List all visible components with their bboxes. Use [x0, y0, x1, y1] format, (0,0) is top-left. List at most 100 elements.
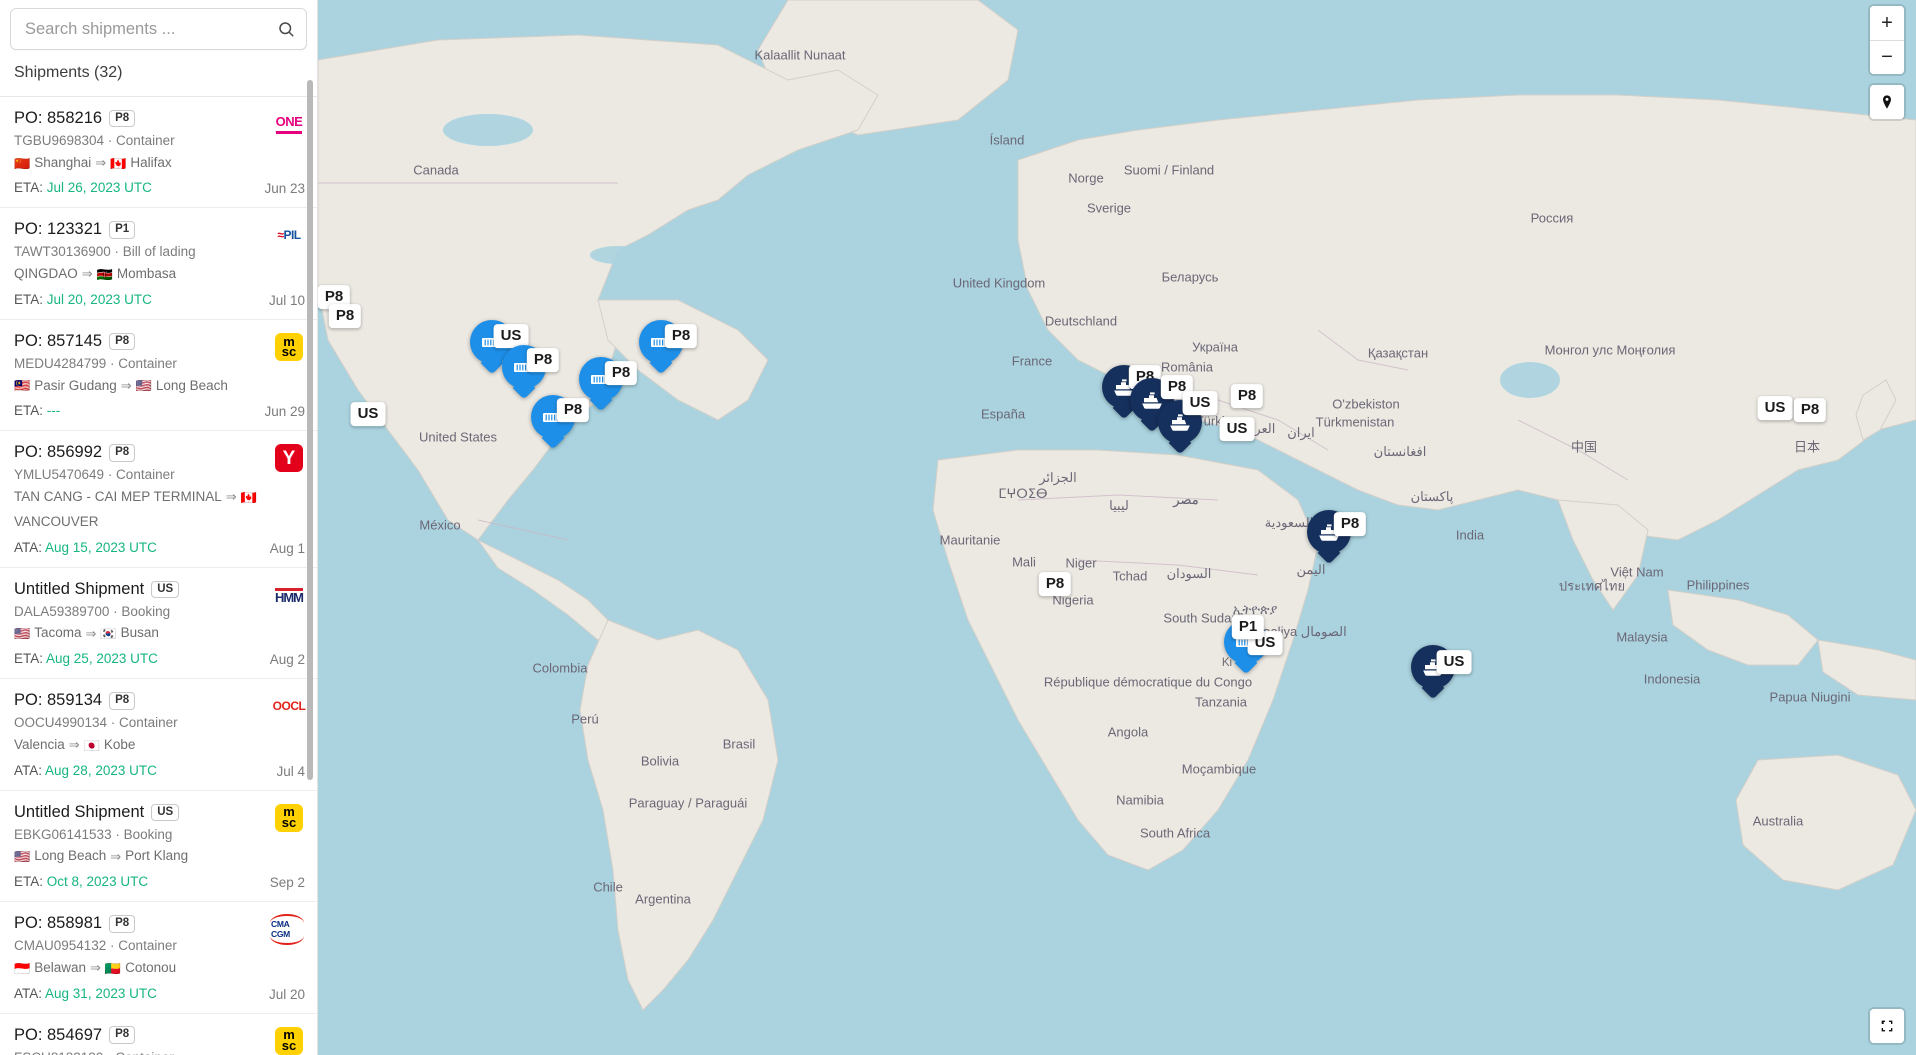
origin-flag: 🇮🇩: [14, 960, 31, 976]
shipment-reference: CMAU0954132 · Container: [14, 938, 177, 954]
shipment-reference: MEDU4284799 · Container: [14, 355, 177, 371]
shipment-title: Untitled Shipment: [14, 579, 145, 598]
shipment-reference: EBKG06141533 · Booking: [14, 826, 173, 842]
shipment-route: 🇮🇩 Belawan ⇒ 🇧🇯 Cotonou: [14, 958, 269, 979]
shipment-list-item[interactable]: Untitled Shipment US EBKG06141533 · Bookin…: [0, 791, 317, 903]
map-cluster-badge[interactable]: US: [1757, 396, 1793, 420]
shipment-tag-badge[interactable]: P8: [109, 1026, 136, 1045]
shipment-tag-badge[interactable]: US: [151, 580, 180, 599]
search-box[interactable]: [10, 8, 307, 50]
shipment-route: 🇨🇳 Shanghai ⇒ 🇨🇦 Halifax: [14, 153, 269, 174]
zoom-in-button[interactable]: +: [1870, 6, 1904, 40]
zoom-out-button[interactable]: −: [1870, 40, 1904, 74]
shipment-title: Untitled Shipment: [14, 802, 145, 821]
shipment-title: PO: 858216: [14, 109, 103, 127]
destination-flag: 🇧🇯: [104, 960, 122, 976]
fullscreen-control[interactable]: [1870, 1009, 1904, 1043]
sidebar-scrollbar-thumb[interactable]: [307, 80, 313, 780]
search-icon[interactable]: [277, 20, 295, 38]
shipment-list-item[interactable]: PO: 858216 P8 TGBU9698304 · Container 🇨🇳 Sha…: [0, 97, 317, 209]
shipment-list-item[interactable]: Untitled Shipment US DALA59389700 · Bookin…: [0, 568, 317, 680]
carrier-logo: HMM: [271, 580, 307, 610]
shipment-title: PO: 858981: [14, 914, 103, 933]
destination-port: Port Klang: [125, 848, 189, 864]
map-cluster-badge[interactable]: P8: [1038, 572, 1072, 596]
map-cluster-badge[interactable]: US: [350, 402, 386, 426]
shipment-reference: YMLU5470649 · Container: [14, 467, 175, 483]
shipment-reference: TGBU9698304 · Container: [14, 133, 175, 148]
map-marker-badge[interactable]: P8: [604, 361, 638, 385]
destination-flag: 🇯🇵: [83, 737, 100, 753]
carrier-logo: ONE: [271, 109, 307, 139]
shipment-eta: ATA: Aug 31, 2023 UTC: [14, 986, 269, 1001]
eta-label: ATA:: [14, 985, 43, 1001]
map-marker-badge[interactable]: P8: [664, 324, 698, 348]
map-cluster-badge[interactable]: P1: [1231, 615, 1265, 639]
shipment-list-item[interactable]: PO: 857145 P8 MEDU4284799 · Container 🇲🇾 Pas…: [0, 320, 317, 432]
carrier-logo-one: ONE: [275, 115, 303, 134]
shipment-tag-badge[interactable]: P8: [109, 444, 136, 462]
shipment-tracking-app: Shipments (32) PO: 858216 P8 TGBU9698304 ·…: [0, 0, 1916, 1055]
shipment-list-item[interactable]: PO: 856992 P8 YMLU5470649 · Container TAN C…: [0, 431, 317, 568]
shipment-reference: TAWT30136900 · Bill of lading: [14, 244, 196, 260]
destination-port: Kobe: [103, 736, 136, 752]
world-map[interactable]: Kalaallit Nunaat Canada United States Méxic…: [318, 0, 1916, 1055]
shipment-tag-badge[interactable]: P8: [109, 332, 136, 351]
eta-value: Aug 28, 2023 UTC: [45, 762, 157, 778]
destination-port: Mombasa: [116, 266, 177, 282]
shipment-title-row: PO: 859134 P8: [14, 691, 269, 710]
shipment-eta: ETA: Oct 8, 2023 UTC: [14, 874, 269, 889]
locate-pin-icon[interactable]: [1870, 85, 1904, 119]
carrier-logo: ≈PIL: [271, 220, 307, 250]
map-cluster-badge[interactable]: P8: [1230, 384, 1264, 408]
map-cluster-badge[interactable]: US: [1219, 417, 1255, 441]
map-marker-badge[interactable]: P8: [526, 348, 560, 372]
collapse-icon[interactable]: [1870, 1009, 1904, 1043]
origin-flag: 🇲🇾: [14, 378, 31, 394]
eta-label: ATA:: [14, 762, 43, 778]
shipments-list[interactable]: PO: 858216 P8 TGBU9698304 · Container 🇨🇳 Sha…: [0, 97, 317, 1055]
sidebar-scrollbar-track[interactable]: [307, 0, 315, 1055]
search-input[interactable]: [11, 9, 306, 49]
carrier-logo-msc: m sc: [275, 332, 303, 361]
shipment-tag-badge[interactable]: US: [151, 803, 180, 822]
shipment-eta: ETA: Jul 26, 2023 UTC: [14, 180, 269, 195]
shipment-tag-badge[interactable]: P8: [109, 109, 136, 128]
origin-port: Pasir Gudang: [34, 377, 117, 393]
shipment-route: QINGDAO ⇒ 🇰🇪 Mombasa: [14, 264, 269, 285]
shipments-count-header: Shipments (32): [0, 56, 317, 97]
shipment-title: PO: 859134: [14, 691, 103, 710]
shipment-route: 🇺🇸 Tacoma ⇒ 🇰🇷 Busan: [14, 623, 269, 644]
shipment-date: Sep 2: [269, 875, 305, 891]
map-cluster-badge[interactable]: P8: [1793, 398, 1827, 422]
map-cluster-badge[interactable]: P8: [328, 304, 362, 328]
shipment-tag-badge[interactable]: P1: [109, 221, 136, 239]
shipment-route: TAN CANG - CAI MEP TERMINAL ⇒ 🇨🇦 VANCOUVER: [14, 487, 269, 533]
map-marker-badge[interactable]: US: [1436, 650, 1472, 674]
shipment-list-item[interactable]: PO: 858981 P8 CMAU0954132 · Container 🇮🇩 Bel…: [0, 902, 317, 1014]
map-marker-badge[interactable]: P8: [1333, 512, 1367, 536]
shipment-list-item[interactable]: PO: 859134 P8 OOCU4990134 · Container Valen…: [0, 679, 317, 791]
shipment-tag-badge[interactable]: P8: [109, 914, 136, 933]
destination-port: Halifax: [130, 154, 172, 170]
shipment-date: Jul 20: [268, 986, 305, 1002]
zoom-controls[interactable]: + −: [1870, 6, 1904, 74]
shipment-route: 🇲🇾 Pasir Gudang ⇒ 🇺🇸 Long Beach: [14, 376, 269, 397]
route-arrow-icon: ⇒: [225, 489, 237, 505]
shipment-reference: OOCU4990134 · Container: [14, 715, 178, 731]
locate-control[interactable]: [1870, 85, 1904, 119]
eta-value: Jul 26, 2023 UTC: [46, 180, 152, 196]
carrier-logo: Y: [271, 443, 307, 473]
eta-value: Aug 25, 2023 UTC: [46, 651, 158, 667]
shipment-tag-badge[interactable]: P8: [109, 692, 136, 710]
destination-port: VANCOUVER: [14, 513, 99, 529]
origin-port: Long Beach: [34, 848, 107, 864]
shipment-list-item[interactable]: PO: 854697 P8 FSCU8182180 · Container msc: [0, 1014, 317, 1055]
map-marker-badge[interactable]: P8: [556, 398, 590, 422]
map-marker-badge[interactable]: US: [1182, 391, 1218, 415]
eta-value: Oct 8, 2023 UTC: [46, 874, 149, 890]
shipment-list-item[interactable]: PO: 123321 P1 TAWT30136900 · Bill of ladin…: [0, 208, 317, 320]
destination-flag: 🇰🇪: [96, 267, 113, 282]
origin-flag: 🇺🇸: [14, 849, 31, 865]
carrier-logo-yml: Y: [275, 444, 303, 473]
